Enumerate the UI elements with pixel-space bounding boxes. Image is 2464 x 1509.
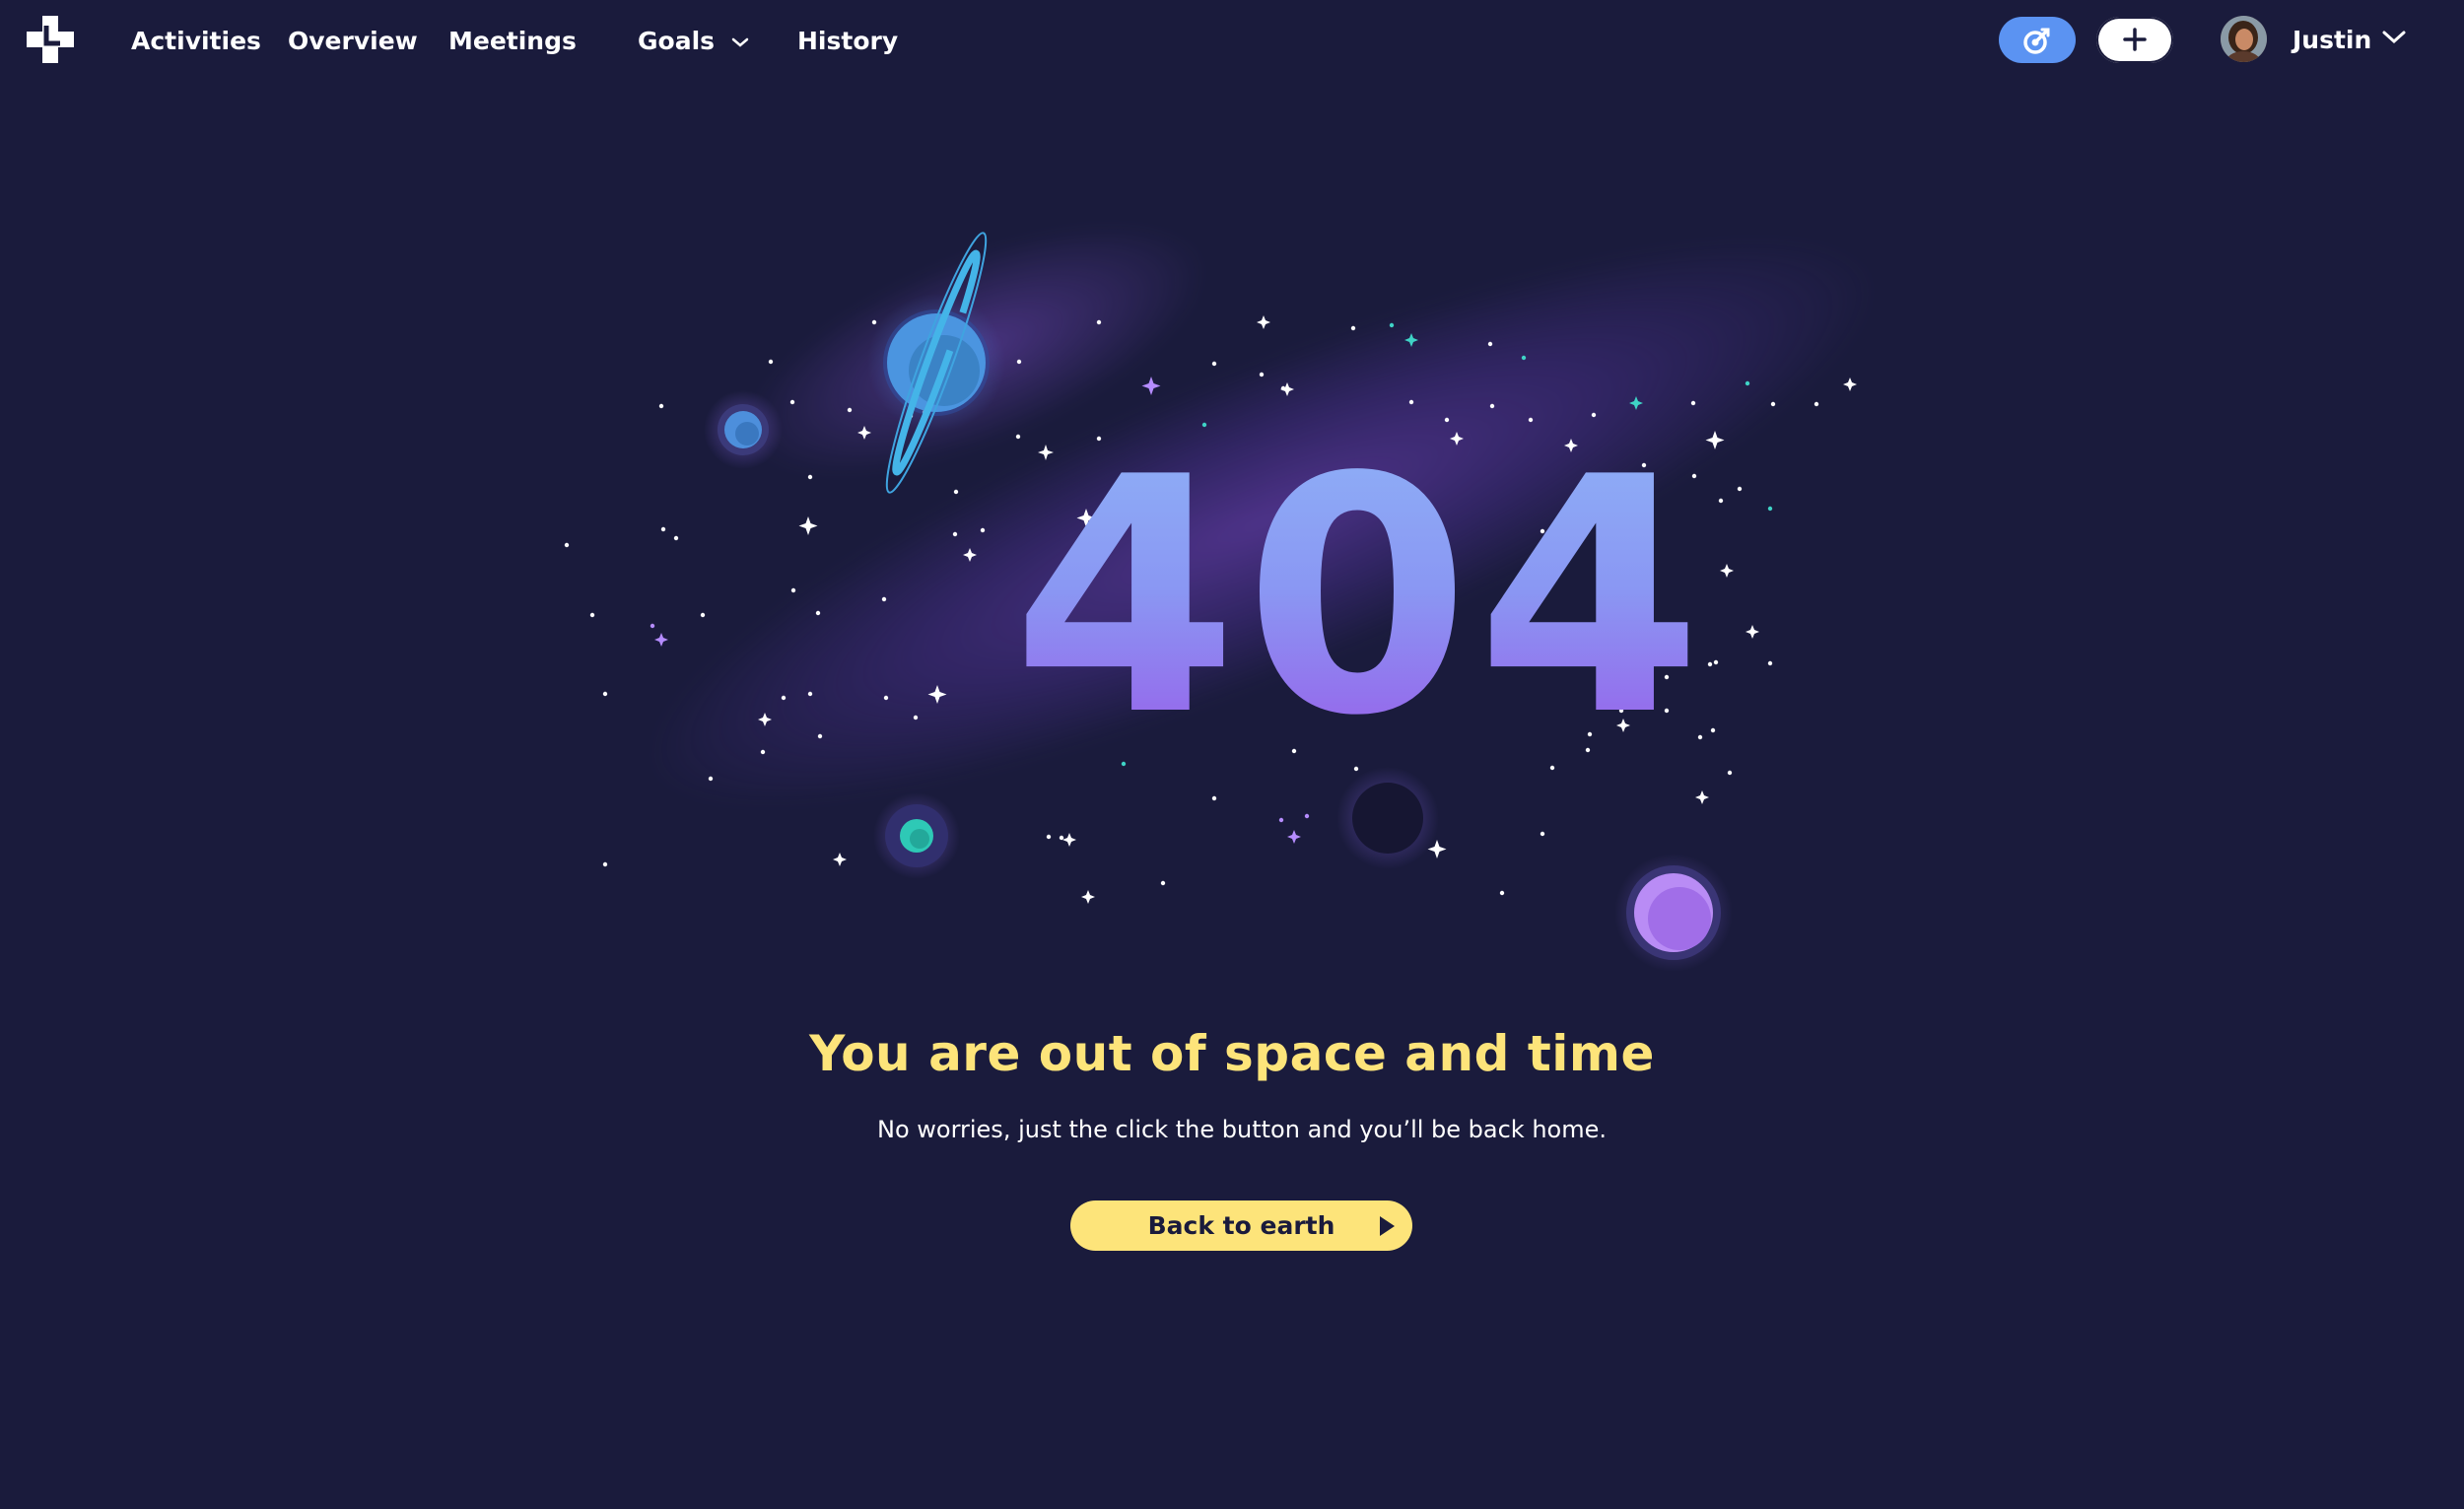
error-code: 404: [1015, 432, 1705, 737]
user-menu[interactable]: Justin: [2221, 16, 2418, 65]
planet-dark: [1336, 767, 1439, 869]
planet-purple: [1614, 854, 1733, 972]
chevron-down-icon: [2382, 31, 2406, 44]
chevron-down-icon: [731, 37, 748, 47]
nav-activities[interactable]: Activities: [131, 24, 261, 59]
nav-history[interactable]: History: [797, 24, 898, 59]
error-message: No worries, just the click the button an…: [876, 1116, 1607, 1143]
play-icon: [1380, 1216, 1395, 1236]
nav-meetings[interactable]: Meetings: [448, 24, 577, 59]
error-code-text: 404: [1015, 432, 1705, 737]
error-title: You are out of space and time: [809, 1025, 1655, 1082]
focus-button[interactable]: [1999, 17, 2076, 63]
user-name: Justin: [2293, 26, 2372, 54]
planet-small-blue: [704, 390, 783, 469]
planet-ringed: [867, 232, 1005, 494]
target-icon: [2023, 28, 2050, 54]
top-navbar: Activities Overview Meetings Goals Histo…: [0, 0, 2464, 81]
space-illustration: 404: [532, 141, 1951, 986]
plus-logo-icon[interactable]: [27, 16, 74, 63]
avatar: [2221, 16, 2267, 62]
nav-goals-label: Goals: [638, 27, 716, 55]
back-to-earth-button[interactable]: Back to earth: [1070, 1200, 1412, 1251]
plus-icon: [2123, 28, 2147, 51]
back-button-label: Back to earth: [1147, 1211, 1335, 1240]
error-page: Activities Overview Meetings Goals Histo…: [0, 0, 2464, 1509]
add-button[interactable]: [2096, 17, 2173, 63]
planet-teal: [873, 792, 960, 879]
nav-goals-dropdown[interactable]: Goals: [638, 24, 749, 59]
nav-overview[interactable]: Overview: [288, 24, 418, 59]
